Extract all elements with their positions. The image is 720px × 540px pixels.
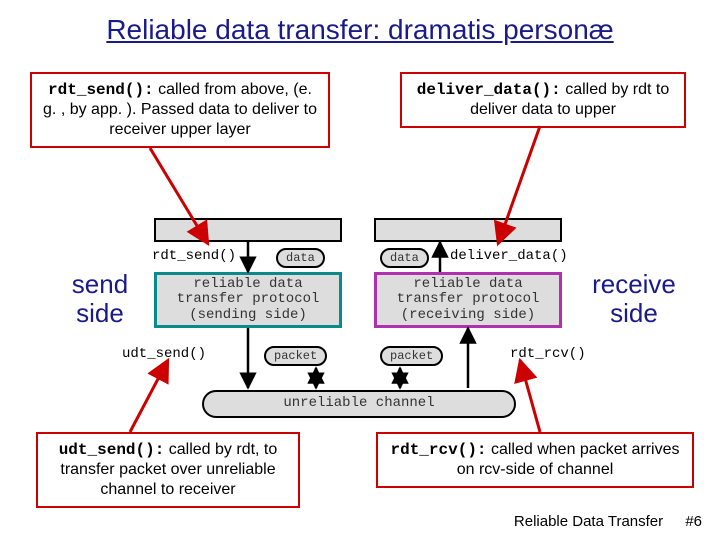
- label-receive-side-text: receive side: [592, 269, 676, 328]
- label-send-side: send side: [60, 270, 140, 327]
- callout-rdt-send: rdt_send(): called from above, (e. g. , …: [30, 72, 330, 148]
- pill-data-send: data: [276, 248, 325, 268]
- pill-packet-send: packet: [264, 346, 327, 366]
- rdt-send-protocol-box: reliable data transfer protocol (sending…: [154, 272, 342, 328]
- unreliable-channel-box: unreliable channel: [202, 390, 516, 418]
- label-receive-side: receive side: [584, 270, 684, 327]
- label-rdt-rcv: rdt_rcv(): [510, 346, 586, 362]
- footer-page: #6: [685, 513, 702, 530]
- label-deliver-data: deliver_data(): [450, 248, 568, 264]
- diagram-area: reliable data transfer protocol (sending…: [140, 218, 576, 448]
- upper-layer-send-box: [154, 218, 342, 242]
- code-rdt-send: rdt_send():: [48, 81, 154, 99]
- footer-topic: Reliable Data Transfer: [514, 513, 663, 530]
- code-deliver-data: deliver_data():: [417, 81, 561, 99]
- rdt-recv-protocol-text: reliable data transfer protocol (receivi…: [377, 277, 559, 323]
- unreliable-channel-text: unreliable channel: [283, 396, 434, 411]
- callout-deliver-data: deliver_data(): called by rdt to deliver…: [400, 72, 686, 128]
- pill-data-recv: data: [380, 248, 429, 268]
- rdt-recv-protocol-box: reliable data transfer protocol (receivi…: [374, 272, 562, 328]
- pill-packet-recv: packet: [380, 346, 443, 366]
- label-send-side-text: send side: [72, 269, 128, 328]
- footer: Reliable Data Transfer #6: [514, 513, 702, 530]
- rdt-send-protocol-text: reliable data transfer protocol (sending…: [157, 277, 339, 323]
- slide-title: Reliable data transfer: dramatis personæ: [40, 14, 680, 46]
- upper-layer-recv-box: [374, 218, 562, 242]
- label-rdt-send: rdt_send(): [152, 248, 236, 264]
- label-udt-send: udt_send(): [122, 346, 206, 362]
